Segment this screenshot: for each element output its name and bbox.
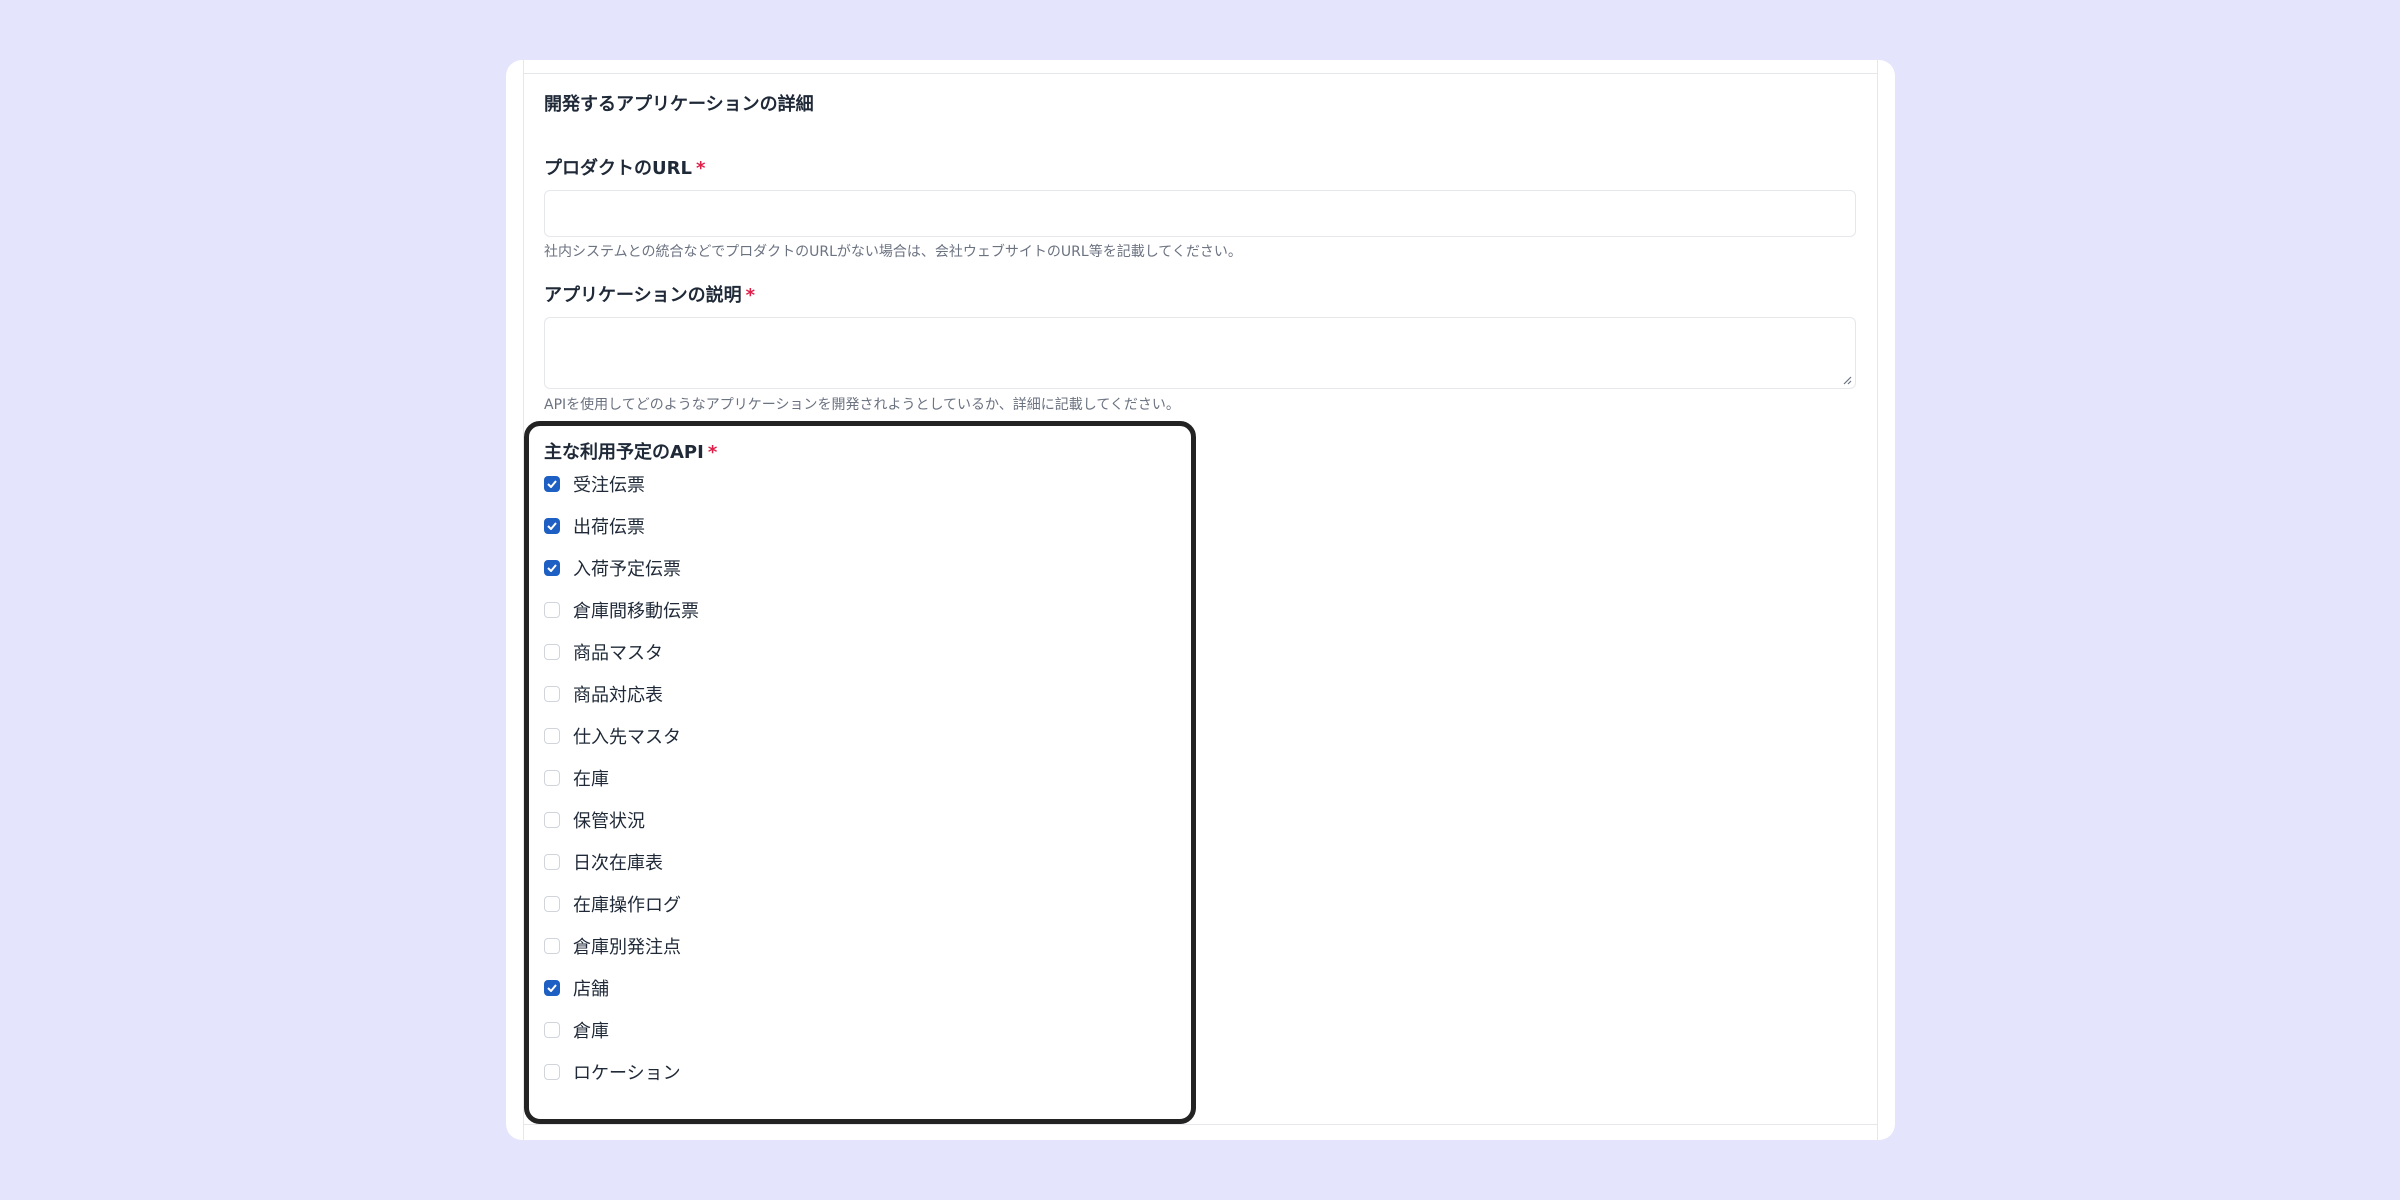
required-mark: *: [745, 285, 756, 306]
app-description-label-text: アプリケーションの説明: [544, 285, 742, 306]
api-option-label: 倉庫別発注点: [573, 937, 681, 958]
app-description-help: APIを使用してどのようなアプリケーションを開発されようとしているか、詳細に記載…: [544, 397, 1180, 413]
checkbox-unchecked[interactable]: [544, 770, 560, 786]
api-option-label: 在庫操作ログ: [573, 895, 681, 916]
check-icon: [547, 522, 557, 530]
api-label-text: 主な利用予定のAPI: [544, 442, 704, 463]
api-option[interactable]: 出荷伝票: [544, 512, 645, 540]
required-mark: *: [707, 442, 718, 463]
api-option-label: 商品対応表: [573, 685, 663, 706]
api-option-label: 日次在庫表: [573, 853, 663, 874]
checkbox-unchecked[interactable]: [544, 644, 560, 660]
api-option-label: 店舗: [573, 979, 609, 1000]
api-option-label: 仕入先マスタ: [573, 727, 681, 748]
api-option[interactable]: 倉庫別発注点: [544, 932, 681, 960]
divider: [524, 1124, 1877, 1125]
api-option[interactable]: 受注伝票: [544, 470, 645, 498]
checkbox-unchecked[interactable]: [544, 854, 560, 870]
api-label: 主な利用予定のAPI *: [544, 438, 717, 464]
checkbox-unchecked[interactable]: [544, 938, 560, 954]
api-option-label: 倉庫: [573, 1021, 609, 1042]
product-url-help: 社内システムとの統合などでプロダクトのURLがない場合は、会社ウェブサイトのUR…: [544, 244, 1242, 260]
checkbox-checked[interactable]: [544, 560, 560, 576]
api-option[interactable]: 商品対応表: [544, 680, 663, 708]
api-option-label: 保管状況: [573, 811, 645, 832]
section-title: 開発するアプリケーションの詳細: [544, 94, 814, 115]
checkbox-unchecked[interactable]: [544, 1064, 560, 1080]
api-option[interactable]: 倉庫: [544, 1016, 609, 1044]
checkbox-unchecked[interactable]: [544, 728, 560, 744]
checkbox-checked[interactable]: [544, 518, 560, 534]
check-icon: [547, 480, 557, 488]
checkbox-unchecked[interactable]: [544, 896, 560, 912]
checkbox-checked[interactable]: [544, 980, 560, 996]
api-option[interactable]: ロケーション: [544, 1058, 681, 1086]
app-description-textarea[interactable]: [544, 317, 1856, 389]
api-option[interactable]: 保管状況: [544, 806, 645, 834]
api-option-label: 入荷予定伝票: [573, 559, 681, 580]
api-option[interactable]: 在庫: [544, 764, 609, 792]
checkbox-unchecked[interactable]: [544, 686, 560, 702]
api-option-label: ロケーション: [573, 1063, 681, 1084]
api-option-label: 在庫: [573, 769, 609, 790]
resize-grip-icon[interactable]: [1842, 375, 1852, 385]
check-icon: [547, 984, 557, 992]
api-option-label: 受注伝票: [573, 475, 645, 496]
api-option[interactable]: 店舗: [544, 974, 609, 1002]
checkbox-unchecked[interactable]: [544, 1022, 560, 1038]
checkbox-unchecked[interactable]: [544, 812, 560, 828]
api-option[interactable]: 入荷予定伝票: [544, 554, 681, 582]
product-url-label: プロダクトのURL *: [544, 154, 705, 180]
checkbox-unchecked[interactable]: [544, 602, 560, 618]
required-mark: *: [695, 158, 706, 179]
api-option[interactable]: 倉庫間移動伝票: [544, 596, 699, 624]
api-option[interactable]: 商品マスタ: [544, 638, 663, 666]
divider: [524, 73, 1877, 74]
api-option[interactable]: 日次在庫表: [544, 848, 663, 876]
api-option[interactable]: 在庫操作ログ: [544, 890, 681, 918]
api-option-label: 倉庫間移動伝票: [573, 601, 699, 622]
api-option-label: 出荷伝票: [573, 517, 645, 538]
product-url-input[interactable]: [544, 190, 1856, 237]
check-icon: [547, 564, 557, 572]
product-url-label-text: プロダクトのURL: [544, 158, 692, 179]
api-option[interactable]: 仕入先マスタ: [544, 722, 681, 750]
api-option-label: 商品マスタ: [573, 643, 663, 664]
app-description-label: アプリケーションの説明 *: [544, 281, 755, 307]
checkbox-checked[interactable]: [544, 476, 560, 492]
